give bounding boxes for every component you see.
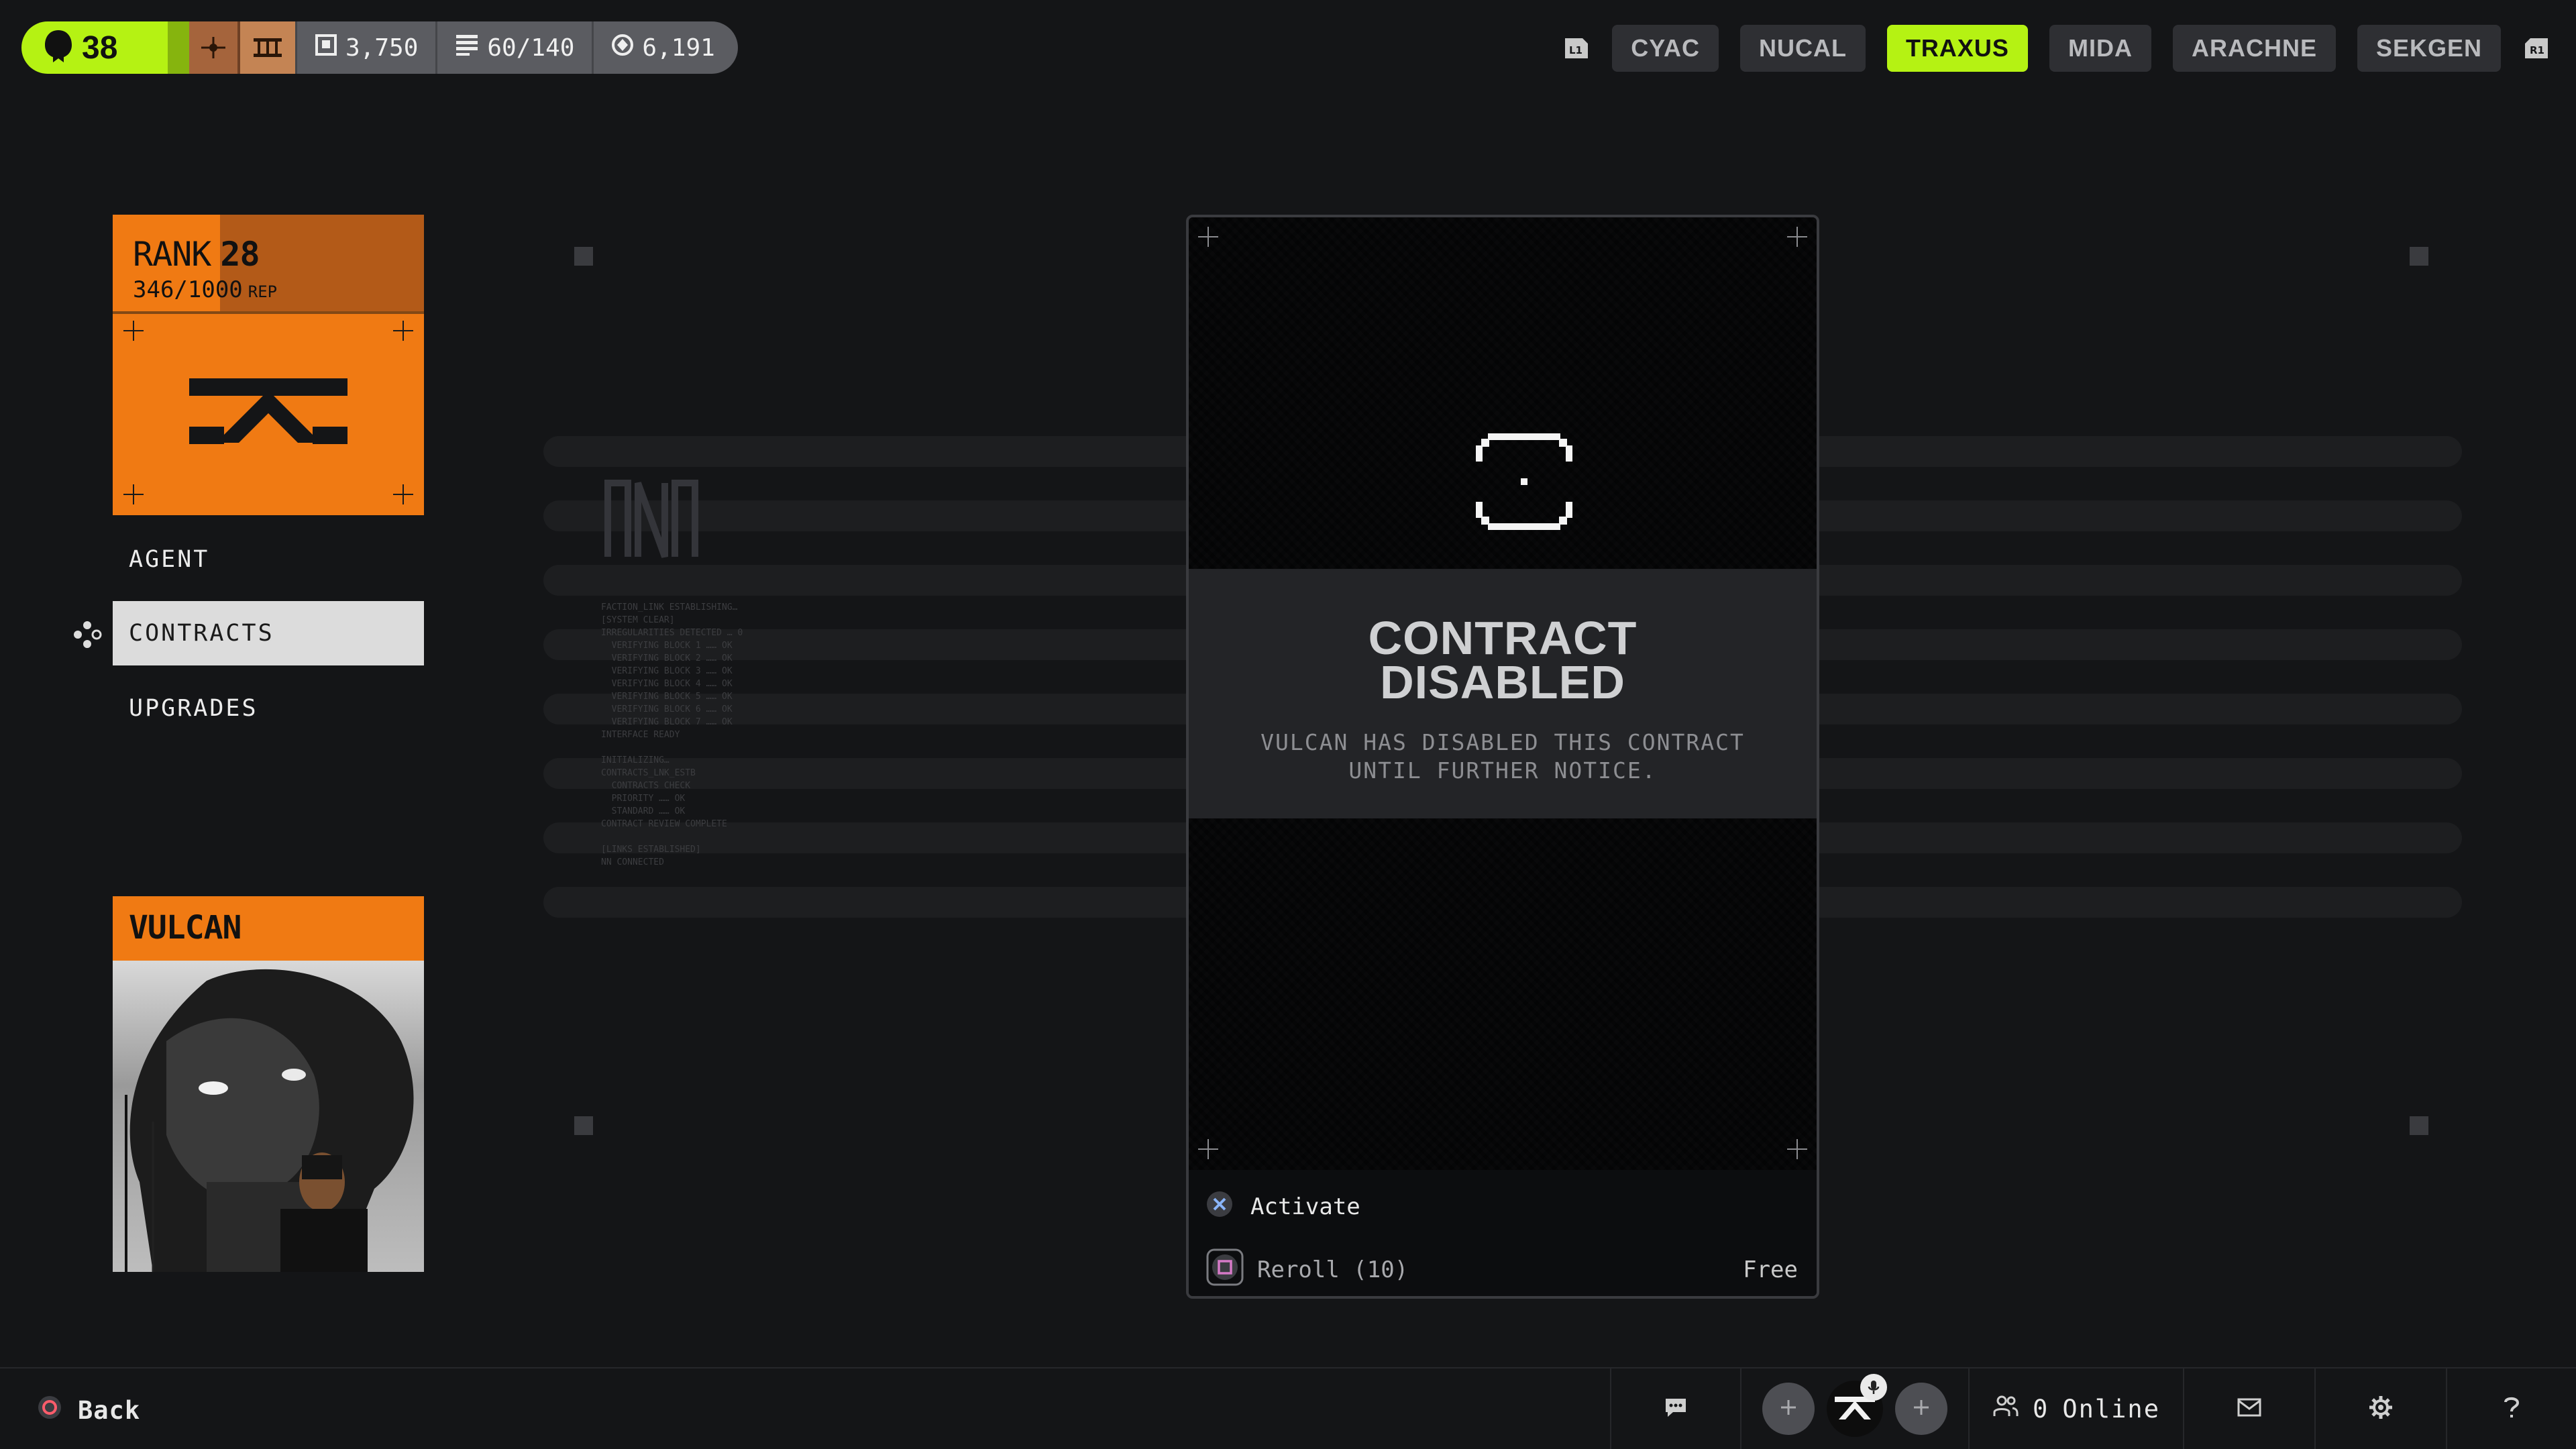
plus-icon [1779, 1398, 1798, 1420]
rank-rep: 346/1000 REP [133, 276, 278, 303]
frame-corner-tr [2410, 247, 2428, 266]
gate-icon [240, 21, 295, 74]
circle-button-icon [36, 1394, 63, 1427]
faction-tab-arachne[interactable]: ARACHNE [2172, 25, 2336, 72]
rank-card: RANK 28 346/1000 REP [113, 215, 424, 515]
activate-label: Activate [1250, 1193, 1360, 1220]
svg-text:L1: L1 [1569, 44, 1582, 56]
dpad-cursor-icon [72, 620, 102, 653]
help-button[interactable] [2446, 1368, 2576, 1449]
contract-card: CONTRACT DISABLED VULCAN HAS DISABLED TH… [1186, 215, 1819, 1299]
l1-shoulder-icon[interactable]: L1 [1561, 36, 1591, 61]
disabled-title: CONTRACT DISABLED [1368, 612, 1638, 708]
vault-stat: 3,750 [295, 21, 436, 74]
agent-portrait [113, 961, 424, 1272]
carbon-texture [1189, 818, 1817, 1170]
faction-tab-traxus[interactable]: TRAXUS [1886, 25, 2028, 72]
faction-tabs: L1 CYAC NUCAL TRAXUS MIDA ARACHNE SEKGEN… [1561, 24, 2552, 72]
add-squad-right-button[interactable] [1895, 1383, 1947, 1435]
compass-icon [189, 21, 240, 74]
player-level: 38 [82, 30, 118, 66]
faction-tab-nucal[interactable]: NUCAL [1739, 25, 1866, 72]
frame-corner-br [2410, 1116, 2428, 1135]
microphone-icon [1860, 1374, 1887, 1401]
crosshair-icon [393, 321, 413, 341]
back-button[interactable]: Back [36, 1394, 140, 1427]
faction-watermark-icon [601, 470, 708, 567]
back-label: Back [78, 1396, 141, 1425]
crosshair-icon [1198, 1139, 1218, 1159]
crosshair-icon [393, 484, 413, 504]
online-label: Online [2062, 1394, 2160, 1424]
square-button-icon [1205, 1246, 1245, 1295]
credits-value: 6,191 [642, 34, 715, 62]
inventory-stat: 60/140 [435, 21, 592, 74]
disabled-frame-icon [1473, 431, 1575, 536]
friends-icon [1992, 1395, 2019, 1424]
settings-button[interactable] [2314, 1368, 2446, 1449]
traxus-logo-icon [189, 376, 347, 450]
inventory-value: 60/140 [487, 34, 575, 62]
online-count: 0 [2033, 1394, 2049, 1424]
crosshair-icon [1787, 227, 1807, 247]
crosshair-icon [123, 321, 144, 341]
rank-title: RANK 28 [133, 235, 260, 274]
vault-icon [315, 34, 337, 62]
faction-tab-sekgen[interactable]: SEKGEN [2357, 25, 2501, 72]
cross-button-icon [1205, 1189, 1234, 1225]
rank-value: 28 [220, 235, 260, 274]
credits-icon [611, 34, 634, 62]
level-progress [168, 21, 189, 74]
mail-button[interactable] [2183, 1368, 2314, 1449]
reroll-cost: Free [1743, 1256, 1798, 1283]
player-status-bar: 38 3,750 60/140 6,191 [21, 21, 738, 74]
chat-button[interactable] [1610, 1368, 1740, 1449]
player-avatar[interactable] [1827, 1374, 1887, 1437]
online-status[interactable]: 0 Online [1968, 1368, 2183, 1449]
reroll-label: Reroll (10) [1257, 1256, 1409, 1283]
svg-text:R1: R1 [2530, 44, 2544, 56]
menu-item-agent[interactable]: AGENT [113, 527, 424, 592]
contract-actions: Activate Reroll (10) Free [1189, 1170, 1817, 1296]
agent-name: VULCAN [129, 909, 241, 947]
gear-icon [2369, 1395, 2393, 1423]
crosshair-icon [123, 484, 144, 504]
faction-tab-cyac[interactable]: CYAC [1612, 25, 1719, 72]
inventory-icon [455, 34, 479, 62]
activate-button[interactable]: Activate [1205, 1183, 1798, 1230]
vault-value: 3,750 [345, 34, 419, 62]
menu-item-upgrades[interactable]: UPGRADES [113, 676, 424, 741]
player-level-badge: 38 [21, 21, 168, 74]
player-head-icon [43, 29, 74, 67]
mail-icon [2237, 1398, 2261, 1420]
faction-tab-mida[interactable]: MIDA [2049, 25, 2151, 72]
crosshair-icon [1787, 1139, 1807, 1159]
add-squad-left-button[interactable] [1762, 1383, 1815, 1435]
bottom-bar: Back 0 Online [0, 1367, 2576, 1449]
r1-shoulder-icon[interactable]: R1 [2522, 36, 2552, 61]
credits-stat: 6,191 [592, 21, 738, 74]
help-icon [2502, 1395, 2522, 1423]
crosshair-icon [1198, 227, 1218, 247]
agent-card[interactable]: VULCAN [113, 896, 424, 1272]
plus-icon [1912, 1398, 1931, 1420]
frame-corner-bl [574, 1116, 593, 1135]
reroll-button[interactable]: Reroll (10) Free [1205, 1246, 1798, 1293]
disabled-subtitle: VULCAN HAS DISABLED THIS CONTRACT UNTIL … [1260, 729, 1745, 784]
disabled-message: CONTRACT DISABLED VULCAN HAS DISABLED TH… [1189, 569, 1817, 818]
chat-icon [1664, 1397, 1688, 1421]
frame-corner-tl [574, 247, 593, 266]
menu-item-contracts[interactable]: CONTRACTS [113, 601, 424, 665]
boot-log: FACTION_LINK ESTABLISHING… [SYSTEM CLEAR… [601, 602, 743, 867]
squad-controls [1740, 1368, 1968, 1449]
